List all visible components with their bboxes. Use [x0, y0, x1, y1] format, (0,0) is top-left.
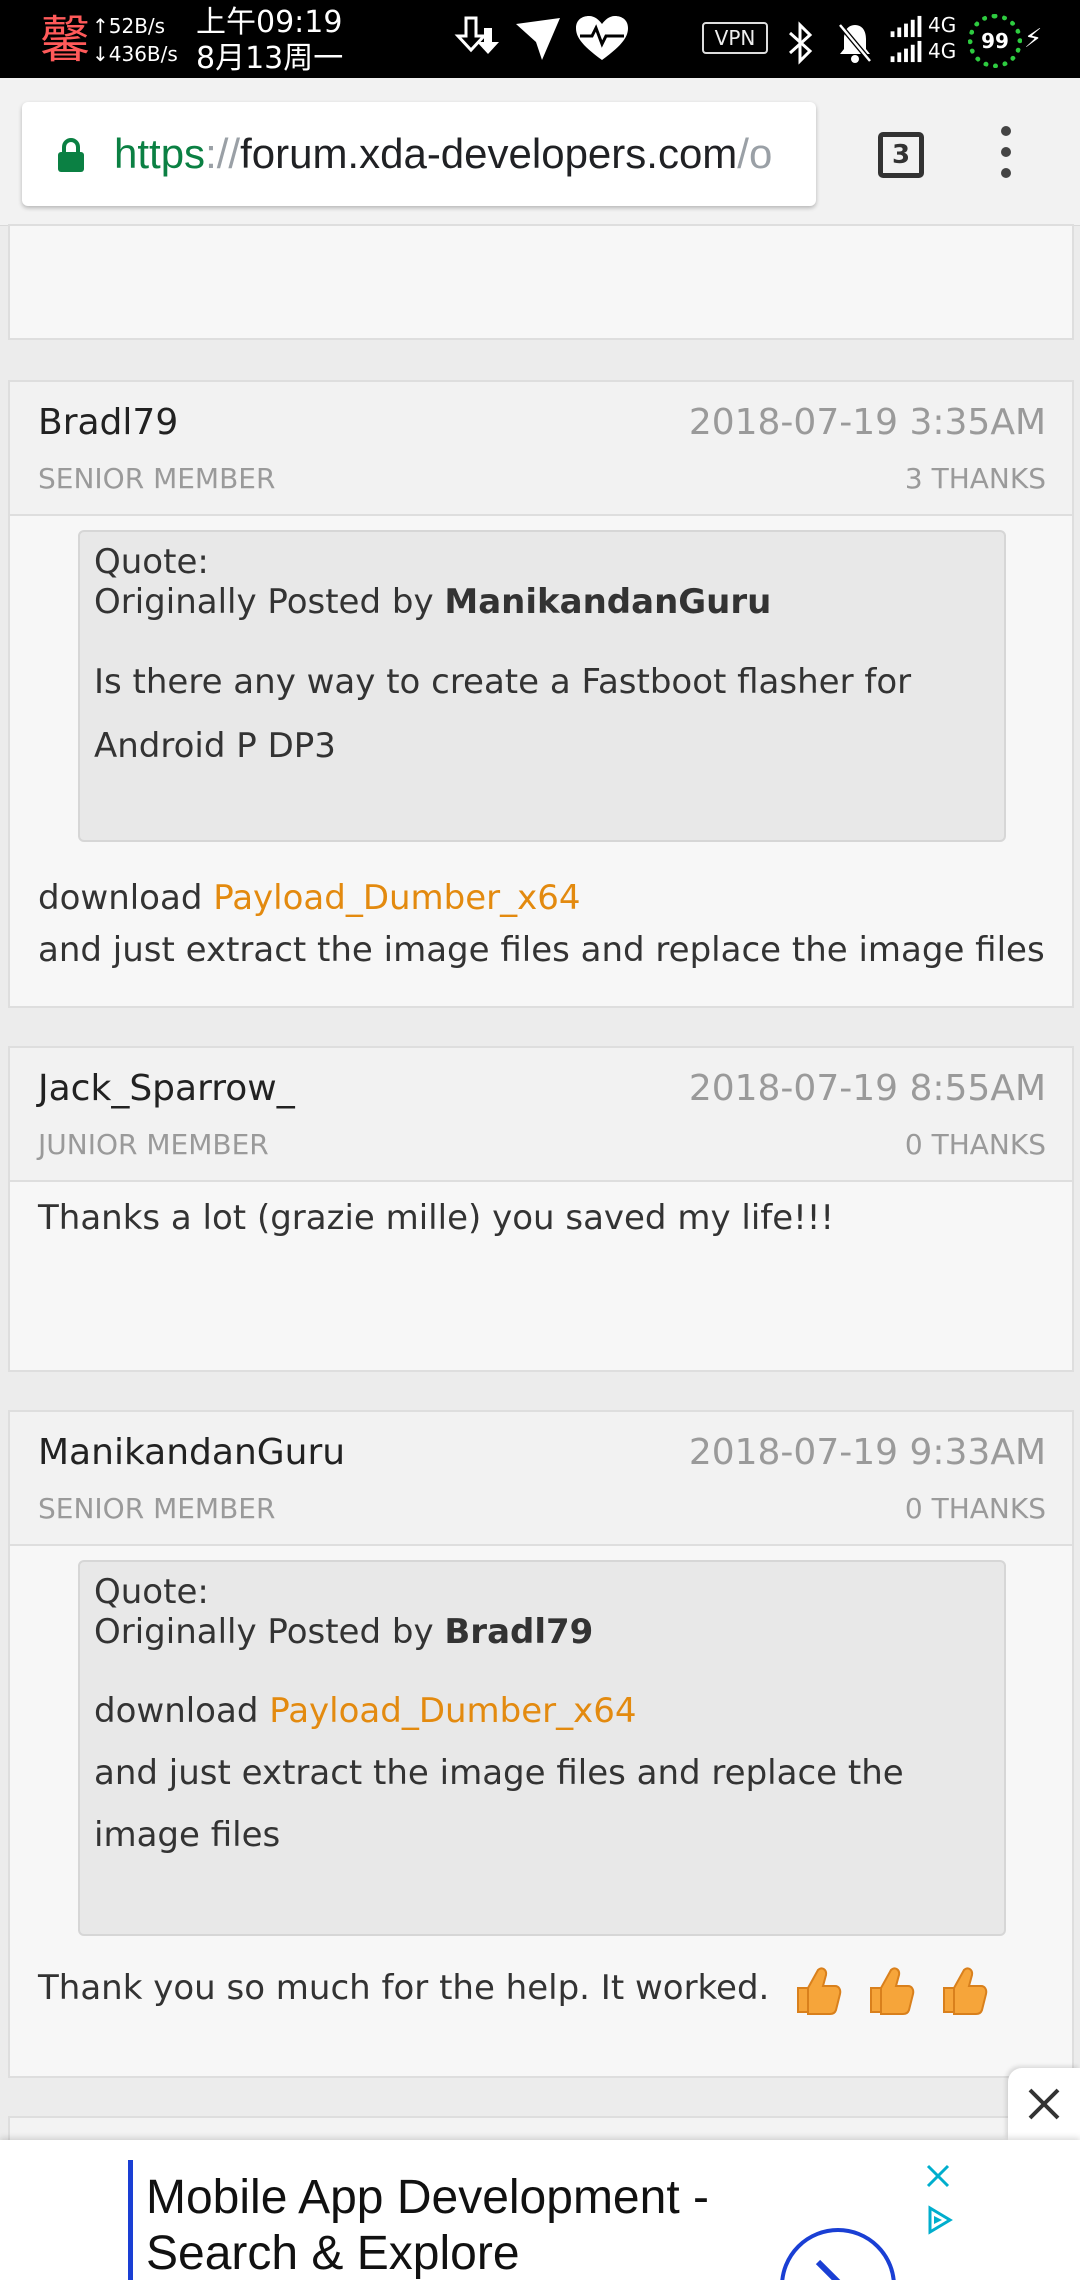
date: 8月13周一 [196, 41, 344, 76]
bluetooth-icon [788, 21, 813, 65]
status-bar: 馨 ↑52B/s ↓436B/s 上午09:19 8月13周一 VPN 4G 4… [0, 0, 1080, 78]
ad-accent-bar [128, 2160, 133, 2280]
post-text: Thanks a lot (grazie mille) you saved my… [38, 1198, 835, 1238]
health-notification-icon [576, 16, 628, 60]
mute-icon [838, 23, 872, 63]
quote-author[interactable]: ManikandanGuru [444, 582, 771, 622]
post-text: Thank you so much for the help. It worke… [38, 1958, 988, 2018]
post-username[interactable]: Jack_Sparrow_ [38, 1068, 295, 1109]
post-user-rank: SENIOR MEMBER [38, 1492, 276, 1525]
adchoices-icon[interactable] [922, 2204, 954, 2236]
quote-by-prefix: Originally Posted by [94, 1612, 445, 1652]
post-body: Quote: Originally Posted by Bradl79 down… [10, 1546, 1072, 2076]
clock: 上午09:19 8月13周一 [196, 5, 343, 77]
post-date: 2018-07-19 8:55AM [688, 1068, 1046, 1109]
url-path: /o [737, 130, 773, 177]
network-type: 4G 4G [928, 12, 956, 64]
payload-dumper-link[interactable]: Payload_Dumber_x64 [269, 1691, 636, 1731]
post-user-rank: SENIOR MEMBER [38, 462, 276, 495]
arrow-icon [815, 2259, 841, 2280]
post-text: download Payload_Dumber_x64 and just ext… [38, 872, 1045, 976]
ad-arrow-button[interactable] [780, 2228, 896, 2280]
quote-text: Is there any way to create a Fastboot fl… [94, 662, 912, 766]
quote-attribution: Originally Posted by Bradl79 [94, 1612, 990, 1652]
forum-post: ManikandanGuru SENIOR MEMBER 2018-07-19 … [8, 1410, 1074, 2078]
url-text[interactable]: https://forum.xda-developers.com/o [114, 124, 772, 184]
quote-block: Quote: Originally Posted by Bradl79 down… [78, 1560, 1006, 1936]
forum-post: Bradl79 SENIOR MEMBER 2018-07-19 3:35AM … [8, 380, 1074, 1008]
address-bar[interactable]: https://forum.xda-developers.com/o [22, 102, 816, 206]
forum-post: Jack_Sparrow_ JUNIOR MEMBER 2018-07-19 8… [8, 1046, 1074, 1372]
post-thanks-count: 0 THANKS [904, 1128, 1046, 1161]
post-username[interactable]: ManikandanGuru [38, 1432, 345, 1473]
quote-attribution: Originally Posted by ManikandanGuru [94, 582, 990, 622]
network-speed: ↑52B/s ↓436B/s [92, 12, 178, 68]
quote-text: download Payload_Dumber_x64 and just ext… [94, 1680, 990, 1866]
quote-text-line-1: download Payload_Dumber_x64 [94, 1680, 990, 1742]
signal-icon [890, 15, 922, 63]
thumbs-up-icon [869, 1966, 915, 2015]
close-ad-button[interactable] [1008, 2068, 1080, 2140]
previous-post-tail [8, 224, 1074, 340]
post-text-content: Thank you so much for the help. It worke… [38, 1968, 770, 2008]
post-thanks-count: 3 THANKS [904, 462, 1046, 495]
url-separator: :// [205, 130, 241, 177]
download-speed: ↓436B/s [92, 42, 178, 66]
ad-close-icon[interactable] [922, 2160, 954, 2192]
url-scheme: https [114, 130, 206, 177]
quote-by-prefix: Originally Posted by [94, 582, 445, 622]
charging-icon: ⚡ [1024, 24, 1043, 54]
network-type-2: 4G [928, 39, 957, 63]
post-text-line-2: and just extract the image files and rep… [38, 930, 1045, 970]
ad-title[interactable]: Mobile App Development - Search & Explor… [146, 2170, 766, 2280]
ad-banner[interactable]: Mobile App Development - Search & Explor… [0, 2140, 1080, 2280]
post-thanks-count: 0 THANKS [904, 1492, 1046, 1525]
thumbs-up-icon [797, 1966, 842, 2015]
quote-text-prefix: download [94, 1691, 270, 1731]
post-date: 2018-07-19 3:35AM [688, 402, 1046, 443]
send-notification-icon [516, 18, 560, 60]
network-type-1: 4G [928, 13, 957, 37]
post-header: Bradl79 SENIOR MEMBER 2018-07-19 3:35AM … [10, 382, 1072, 516]
post-header: Jack_Sparrow_ JUNIOR MEMBER 2018-07-19 8… [10, 1048, 1072, 1182]
quote-label: Quote: [94, 1572, 209, 1612]
quote-author[interactable]: Bradl79 [444, 1612, 593, 1652]
post-user-rank: JUNIOR MEMBER [38, 1128, 269, 1161]
post-text-line-1: download Payload_Dumber_x64 [38, 872, 1045, 924]
post-date: 2018-07-19 9:33AM [688, 1432, 1046, 1473]
download-notification-icon [454, 16, 499, 54]
app-notification-icon: 馨 [40, 11, 90, 69]
vpn-badge: VPN [702, 22, 768, 54]
post-username[interactable]: Bradl79 [38, 402, 178, 443]
post-header: ManikandanGuru SENIOR MEMBER 2018-07-19 … [10, 1412, 1072, 1546]
payload-dumper-link[interactable]: Payload_Dumber_x64 [213, 878, 580, 918]
time: 上午09:19 [196, 5, 343, 40]
quote-text-line-2: and just extract the image files and rep… [94, 1753, 904, 1855]
overflow-menu-icon[interactable] [992, 126, 1020, 186]
upload-speed: ↑52B/s [92, 14, 166, 38]
post-text-prefix: download [38, 878, 214, 918]
quote-label: Quote: [94, 542, 209, 582]
tab-switcher-button[interactable]: 3 [878, 132, 924, 178]
quote-block: Quote: Originally Posted by ManikandanGu… [78, 530, 1006, 842]
close-icon [1028, 2088, 1060, 2120]
url-host: forum.xda-developers.com [240, 130, 738, 177]
thumbs-up-icon [942, 1966, 988, 2015]
battery-level: 99 [968, 14, 1022, 68]
post-body: Quote: Originally Posted by ManikandanGu… [10, 516, 1072, 1006]
post-body: Thanks a lot (grazie mille) you saved my… [10, 1182, 1072, 1370]
browser-toolbar: https://forum.xda-developers.com/o 3 [0, 78, 1080, 226]
lock-icon [58, 138, 84, 172]
